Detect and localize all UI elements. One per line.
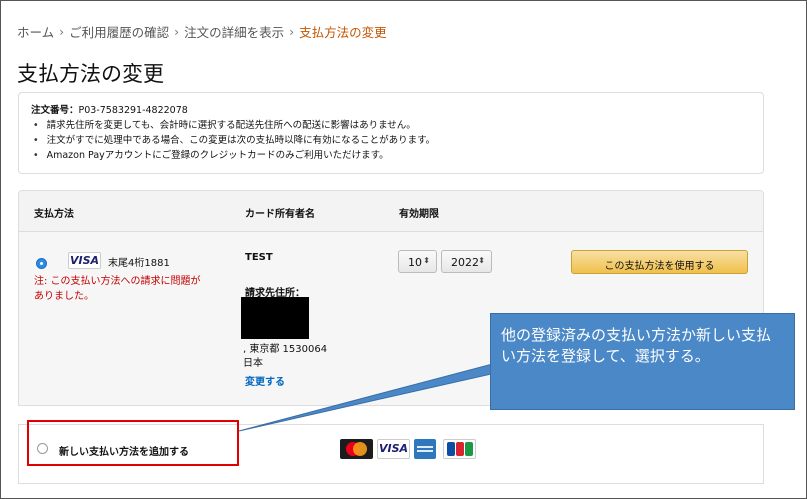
- callout-annotation: 他の登録済みの支払い方法か新しい支払い方法を登録して、選択する。: [490, 313, 795, 410]
- page-frame: ホーム › ご利用履歴の確認 › 注文の詳細を表示 › 支払方法の変更 支払方法の変更 注文…: [0, 0, 807, 499]
- callout-pointer: [238, 352, 585, 432]
